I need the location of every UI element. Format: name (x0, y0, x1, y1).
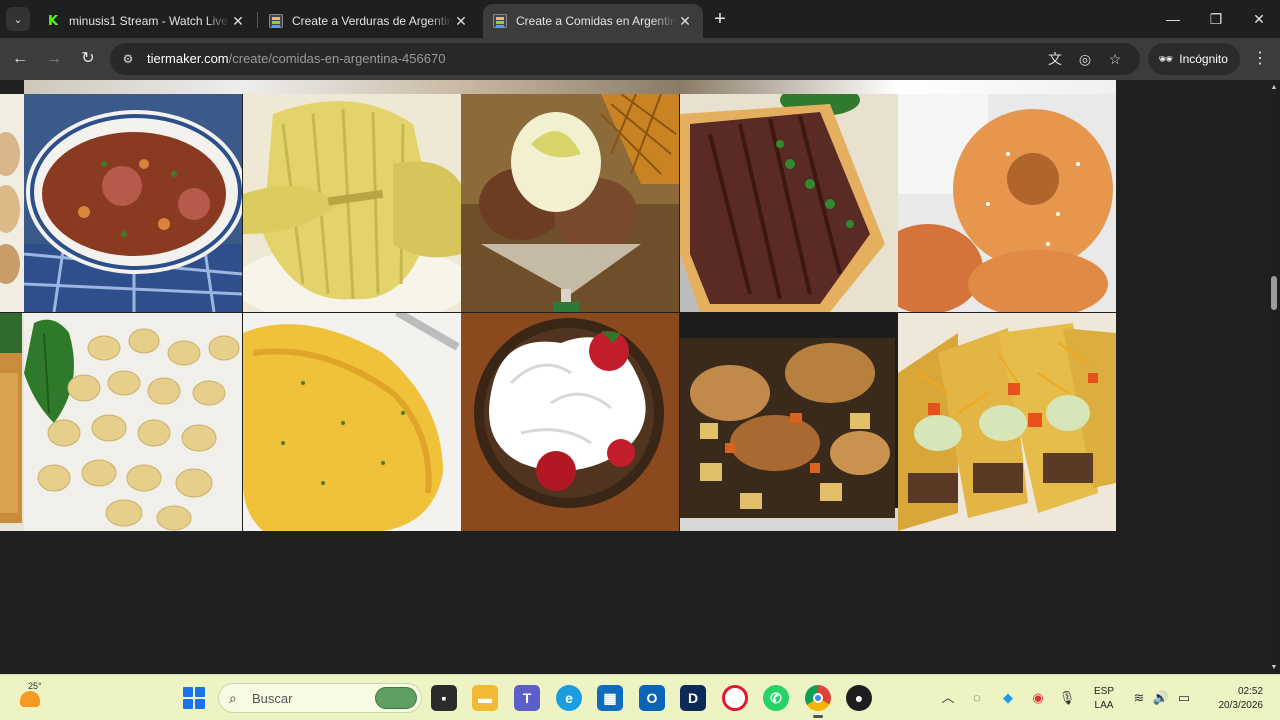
show-hidden-icons-chevron-icon[interactable]: ︿ (939, 689, 957, 707)
tray-chrome-icon[interactable]: ◉ (1029, 689, 1047, 707)
clock-time: 02:52 (1237, 686, 1263, 697)
new-tab-button[interactable]: + (709, 8, 731, 30)
tiermaker-icon (493, 14, 507, 28)
teams-icon[interactable]: T (514, 685, 540, 711)
food-tile-roast-chicken-potatoes[interactable] (680, 313, 898, 531)
microphone-icon[interactable]: 🎙 (1058, 689, 1076, 707)
tiermaker-icon (269, 14, 283, 28)
page-scrollbar[interactable]: ▲ ▼ (1268, 80, 1280, 674)
reload-icon[interactable]: ↻ (76, 47, 100, 71)
microsoft-store-icon[interactable]: ▦ (597, 685, 623, 711)
wifi-icon[interactable]: ≋ (1130, 689, 1148, 707)
food-tile-lentil-stew[interactable] (24, 94, 242, 312)
whatsapp-icon[interactable]: ✆ (763, 685, 789, 711)
food-tile-tacos[interactable] (898, 313, 1116, 531)
partial-tile-milanesa[interactable] (0, 313, 24, 531)
close-tab-icon[interactable]: ✕ (677, 13, 693, 30)
search-placeholder: Buscar (252, 691, 293, 706)
close-window-icon[interactable]: ✕ (1244, 6, 1274, 32)
chrome-icon[interactable] (805, 685, 831, 718)
tab-minusis1-stream[interactable]: K minusis1 Stream - Watch Live o ✕ (36, 4, 256, 38)
scrollbar-thumb[interactable] (1271, 276, 1277, 310)
food-tile-ice-cream-sundae[interactable] (461, 94, 679, 312)
food-tile-gnocchi[interactable] (24, 313, 242, 531)
previous-row-partial (24, 80, 1116, 94)
address-bar[interactable]: ⚙ tiermaker.com/create/comidas-en-argent… (110, 43, 1140, 75)
food-tile-omelette[interactable] (243, 313, 461, 531)
tray-app-icon[interactable]: ◌ (968, 689, 986, 707)
minimize-icon[interactable]: — (1158, 6, 1188, 32)
obs-studio-icon[interactable]: ● (846, 685, 872, 711)
tab-title: Create a Verduras de Argentina (292, 14, 453, 28)
file-explorer-icon[interactable]: ▬ (472, 685, 498, 711)
close-tab-icon[interactable]: ✕ (453, 13, 469, 30)
incognito-icon: 🕶 (1158, 52, 1174, 66)
more-menu-icon[interactable]: ⋮ (1250, 47, 1270, 71)
scroll-up-arrow-icon[interactable]: ▲ (1270, 84, 1278, 92)
edge-icon[interactable]: e (556, 685, 582, 711)
tab-divider (257, 12, 258, 28)
weather-widget[interactable]: 25° (20, 681, 50, 713)
tray-security-icon[interactable]: ◆ (999, 689, 1017, 707)
kick-logo-icon: K (47, 13, 59, 29)
tab-comidas-argentina[interactable]: Create a Comidas en Argentina ✕ (483, 4, 703, 38)
volume-icon[interactable]: 🔊 (1152, 689, 1170, 707)
tab-verduras-argentina[interactable]: Create a Verduras de Argentina ✕ (259, 4, 479, 38)
back-arrow-icon[interactable]: ← (8, 47, 32, 71)
search-icon: ⌕ (229, 690, 237, 706)
search-highlight-image (375, 687, 417, 709)
bookmark-star-icon[interactable]: ☆ (1106, 50, 1124, 68)
system-clock[interactable]: 02:52 20/3/2026 (1207, 685, 1264, 713)
food-tile-sugar-donuts[interactable] (898, 94, 1116, 312)
translate-icon[interactable]: 文 (1046, 50, 1064, 68)
page-content (0, 80, 1268, 674)
food-tile-matambre-steak[interactable] (680, 94, 898, 312)
scroll-down-arrow-icon[interactable]: ▼ (1270, 664, 1278, 672)
incognito-badge[interactable]: 🕶 Incógnito (1148, 43, 1240, 75)
close-tab-icon[interactable]: ✕ (230, 13, 246, 30)
outlook-icon[interactable]: O (639, 685, 665, 711)
tab-search-chevron-icon[interactable]: ⌄ (6, 7, 30, 31)
task-view-icon[interactable]: ▪ (431, 685, 457, 711)
clock-date: 20/3/2026 (1218, 700, 1264, 711)
start-button-windows-icon[interactable] (183, 687, 205, 709)
site-info-icon[interactable]: ⚙ (120, 51, 136, 67)
temperature-label: 25° (28, 681, 42, 691)
windows-taskbar: 25° ⌕ Buscar ▪ ▬ T e ▦ O D ✆ ● ︿ ◌ ◆ ◉ 🎙… (0, 674, 1280, 720)
food-tile-strawberries-cream[interactable] (461, 313, 679, 531)
lang-layout: LAA (1094, 700, 1114, 711)
incognito-label: Incógnito (1179, 52, 1228, 66)
tracking-protection-eye-icon[interactable]: ◎ (1076, 50, 1094, 68)
battery-icon[interactable]: ▭ (1175, 689, 1193, 707)
url-text[interactable]: tiermaker.com/create/comidas-en-argentin… (147, 51, 445, 66)
partial-tile-bread[interactable] (0, 94, 24, 312)
disney-plus-icon[interactable]: D (680, 685, 706, 711)
weather-sun-icon (20, 691, 40, 707)
tab-title: minusis1 Stream - Watch Live o (69, 14, 230, 28)
url-host: tiermaker.com (147, 51, 229, 66)
url-path: /create/comidas-en-argentina-456670 (228, 51, 446, 66)
browser-toolbar: ← → ↻ ⚙ tiermaker.com/create/comidas-en-… (0, 38, 1280, 80)
opera-icon[interactable] (722, 685, 748, 711)
taskbar-search[interactable]: ⌕ Buscar (218, 683, 422, 713)
restore-icon[interactable]: ❐ (1201, 6, 1231, 32)
tab-strip: ⌄ K minusis1 Stream - Watch Live o ✕ Cre… (0, 0, 1280, 38)
tab-title: Create a Comidas en Argentina (516, 14, 677, 28)
forward-arrow-icon[interactable]: → (42, 47, 66, 71)
food-tile-humitas[interactable] (243, 94, 461, 312)
lang-code: ESP (1094, 686, 1115, 697)
input-language-indicator[interactable]: ESP LAA (1094, 685, 1114, 713)
